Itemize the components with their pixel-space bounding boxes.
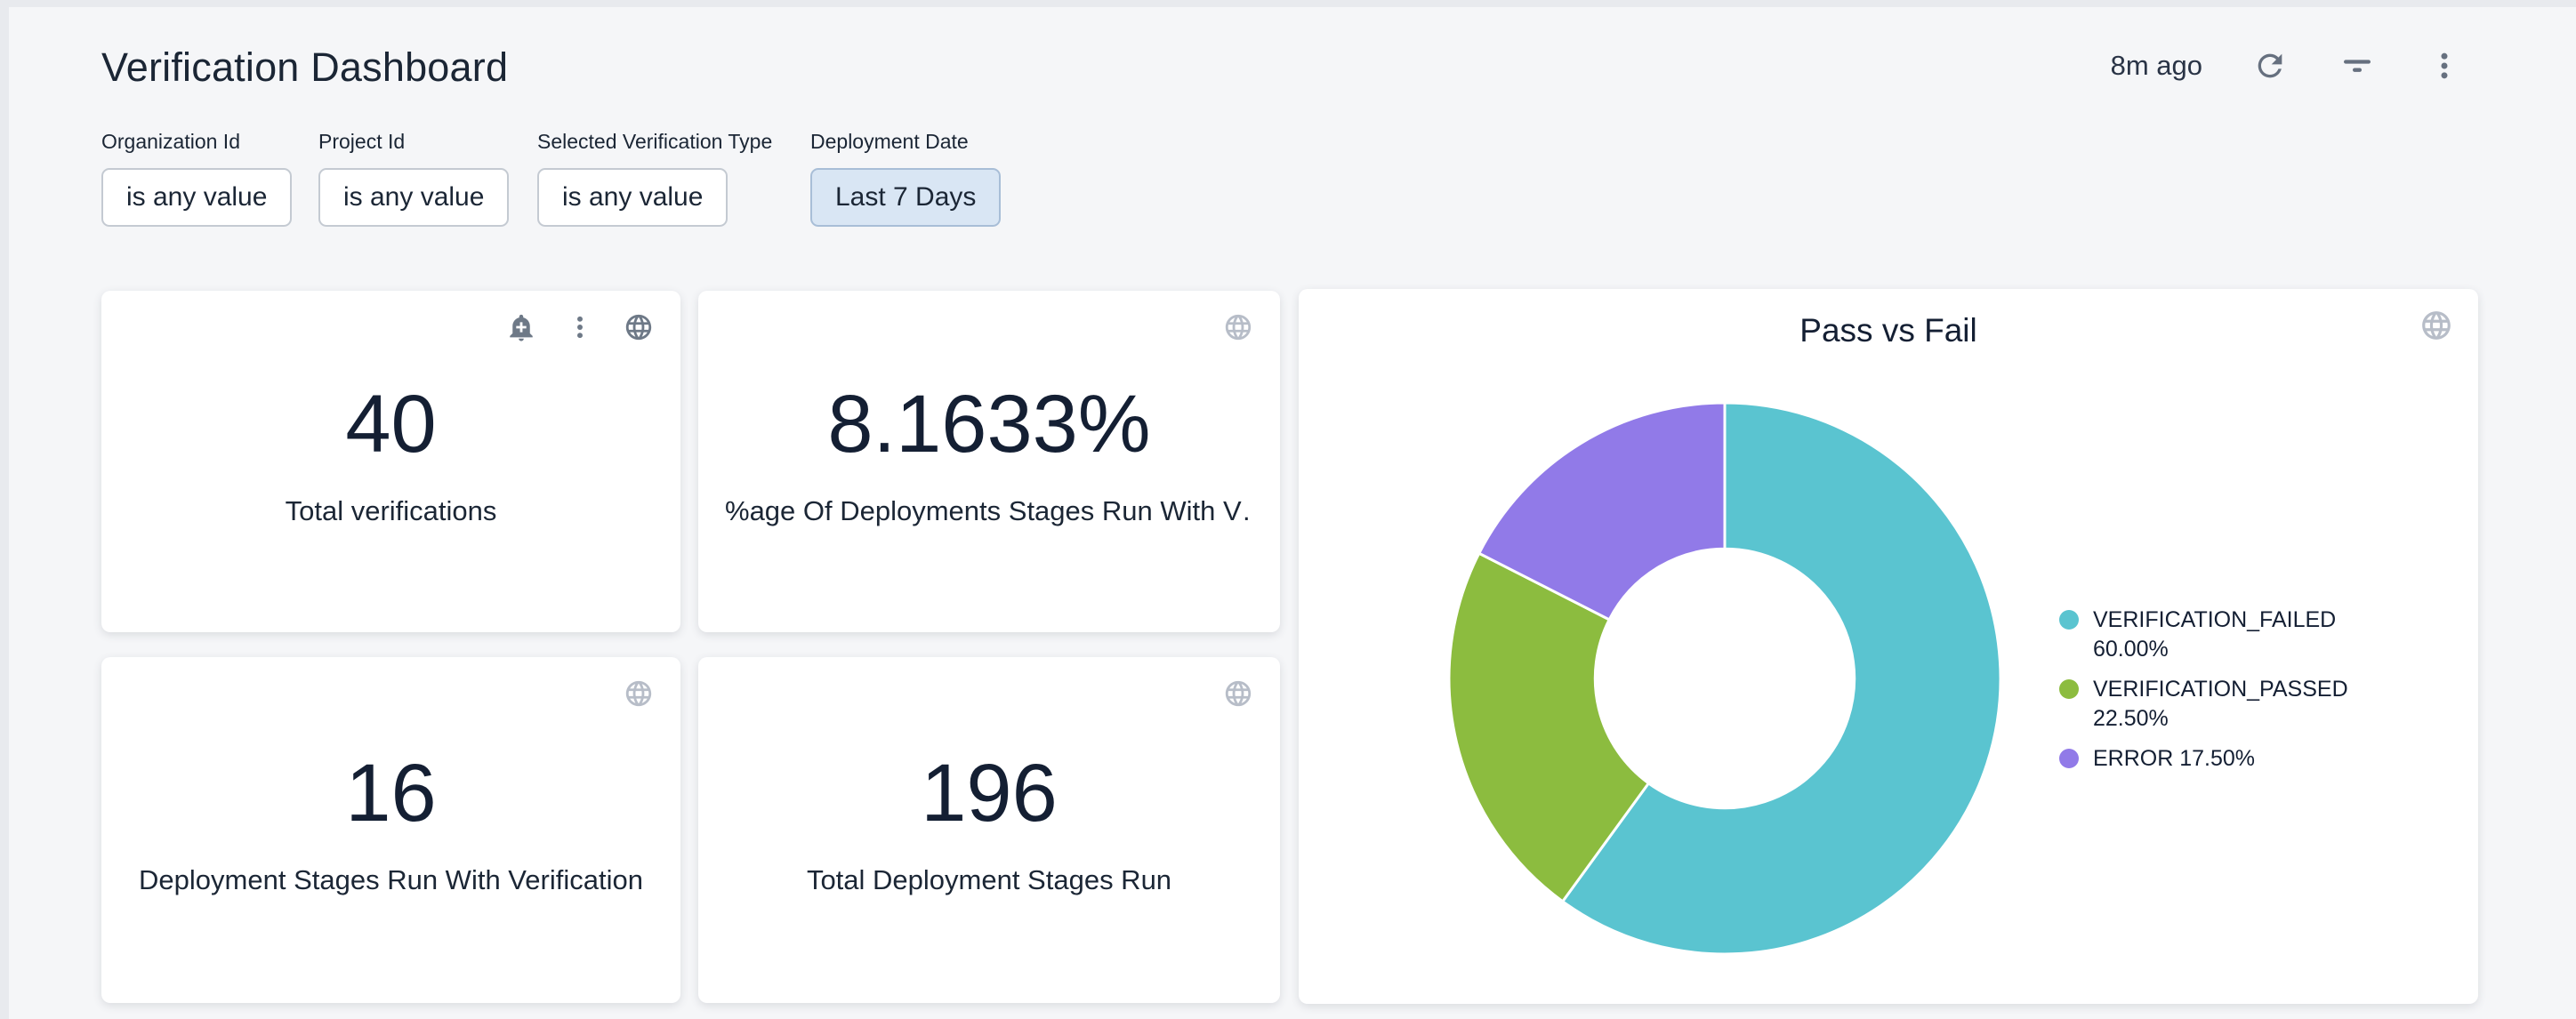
stat-label: Total Deployment Stages Run xyxy=(807,864,1171,896)
legend-dot xyxy=(2059,610,2079,630)
refresh-icon xyxy=(2252,48,2288,84)
filter-project-id: Project Id is any value xyxy=(318,130,509,227)
legend-dot xyxy=(2059,749,2079,768)
explore-from-here-button[interactable] xyxy=(1221,310,1255,344)
donut-chart xyxy=(1440,394,2009,963)
globe-icon xyxy=(1223,678,1253,709)
tile-menu-button[interactable] xyxy=(563,310,597,344)
tile-pass-vs-fail: Pass vs Fail VERIFICATION_FAILED 60.00%V… xyxy=(1299,289,2478,1004)
stat-value: 16 xyxy=(345,752,436,834)
explore-from-here-button[interactable] xyxy=(2419,309,2453,342)
kebab-menu-icon xyxy=(2427,48,2462,84)
stat-label: Total verifications xyxy=(286,495,497,527)
tile-deployment-stages-run-with-verification: 16 Deployment Stages Run With Verificati… xyxy=(101,657,680,1003)
tile-toolbar xyxy=(504,310,656,344)
stat-label: Deployment Stages Run With Verification xyxy=(139,864,643,896)
filter-value-button[interactable]: is any value xyxy=(537,168,728,227)
stat-value: 8.1633% xyxy=(827,383,1150,465)
tile-toolbar xyxy=(1221,310,1255,344)
page-title: Verification Dashboard xyxy=(101,44,508,91)
last-updated-label: 8m ago xyxy=(2111,50,2202,82)
legend-item-error[interactable]: ERROR 17.50% xyxy=(2059,744,2442,774)
legend-dot xyxy=(2059,679,2079,699)
legend-label: VERIFICATION_PASSED 22.50% xyxy=(2093,675,2378,734)
tile-total-verifications: 40 Total verifications xyxy=(101,291,680,632)
verification-dashboard: Verification Dashboard 8m ago Organizati… xyxy=(0,0,2576,1019)
filter-deployment-date: Deployment Date Last 7 Days xyxy=(810,130,1001,227)
refresh-button[interactable] xyxy=(2250,46,2290,85)
globe-icon xyxy=(1223,312,1253,342)
tile-toolbar xyxy=(2419,309,2453,342)
dashboard-filters-button[interactable] xyxy=(2338,46,2377,85)
add-alert-bell-icon xyxy=(506,312,536,342)
tile-total-deployment-stages-run: 196 Total Deployment Stages Run xyxy=(698,657,1280,1003)
stat-body: 8.1633% %age Of Deployments Stages Run W… xyxy=(698,291,1280,632)
filter-value-button[interactable]: Last 7 Days xyxy=(810,168,1001,227)
chart-title: Pass vs Fail xyxy=(1299,312,2478,349)
globe-icon xyxy=(624,312,654,342)
globe-icon xyxy=(2419,308,2453,343)
donut-chart-svg xyxy=(1440,394,2009,963)
stat-value: 196 xyxy=(921,752,1058,834)
filter-label: Deployment Date xyxy=(810,130,1001,154)
legend-label: VERIFICATION_FAILED 60.00% xyxy=(2093,606,2378,664)
header-actions: 8m ago xyxy=(2111,46,2464,85)
set-alert-button[interactable] xyxy=(504,310,538,344)
legend-label: ERROR 17.50% xyxy=(2093,744,2255,774)
kebab-menu-icon xyxy=(565,312,595,342)
tile-percentage-deployments-with-verification: 8.1633% %age Of Deployments Stages Run W… xyxy=(698,291,1280,632)
legend-item-verification_passed[interactable]: VERIFICATION_PASSED 22.50% xyxy=(2059,675,2442,734)
explore-from-here-button[interactable] xyxy=(1221,677,1255,710)
stat-value: 40 xyxy=(345,383,436,465)
filter-value-button[interactable]: is any value xyxy=(101,168,292,227)
tile-toolbar xyxy=(1221,677,1255,710)
filter-organization-id: Organization Id is any value xyxy=(101,130,292,227)
tile-toolbar xyxy=(622,677,656,710)
globe-icon xyxy=(624,678,654,709)
legend-item-verification_failed[interactable]: VERIFICATION_FAILED 60.00% xyxy=(2059,606,2442,664)
filter-value-button[interactable]: is any value xyxy=(318,168,509,227)
dashboard-menu-button[interactable] xyxy=(2425,46,2464,85)
explore-from-here-button[interactable] xyxy=(622,677,656,710)
stat-body: 16 Deployment Stages Run With Verificati… xyxy=(101,657,680,1003)
filter-label: Project Id xyxy=(318,130,509,154)
stat-body: 196 Total Deployment Stages Run xyxy=(698,657,1280,1003)
stat-label: %age Of Deployments Stages Run With V… xyxy=(725,495,1253,527)
filter-label: Organization Id xyxy=(101,130,292,154)
filter-icon xyxy=(2339,48,2375,84)
filter-selected-verification-type: Selected Verification Type is any value xyxy=(537,130,772,227)
chart-legend: VERIFICATION_FAILED 60.00% VERIFICATION_P… xyxy=(2059,606,2442,784)
explore-from-here-button[interactable] xyxy=(622,310,656,344)
filter-label: Selected Verification Type xyxy=(537,130,772,154)
